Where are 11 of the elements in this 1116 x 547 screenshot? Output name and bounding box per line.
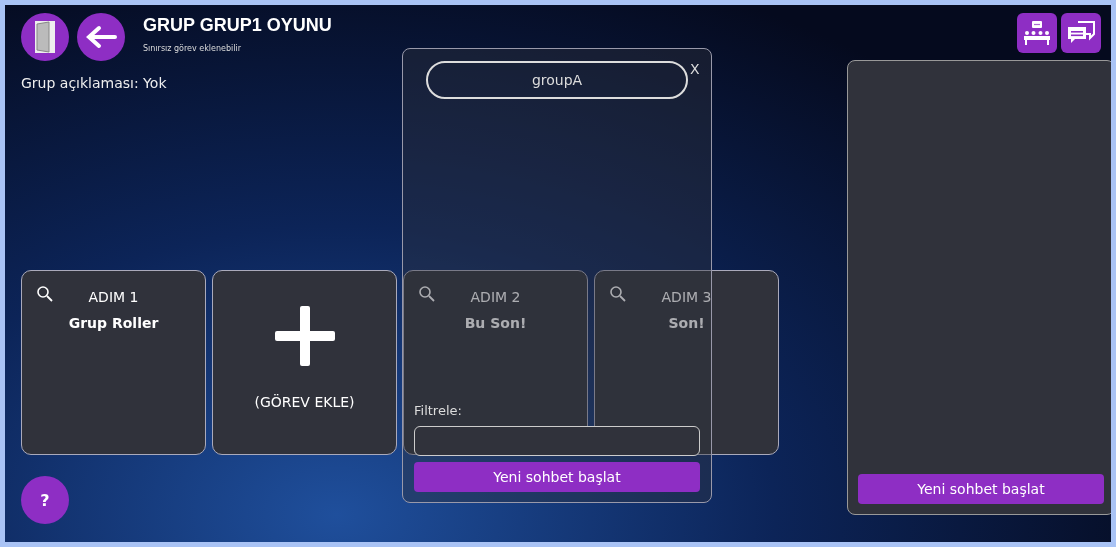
step-title: Grup Roller (68, 315, 159, 331)
filter-label: Filtrele: (414, 403, 462, 418)
step-number: ADIM 1 (88, 289, 139, 305)
add-task-label: (GÖREV EKLE) (254, 394, 355, 410)
step-number: ADIM 3 (661, 289, 712, 305)
step-number: ADIM 2 (470, 289, 521, 305)
step-title: Bu Son! (464, 315, 527, 331)
game-subtitle: Sınırsız görev eklenebilir (143, 44, 243, 53)
game-title: GRUP GRUP1 OYUNU (143, 15, 332, 36)
step-title: Son! (668, 315, 705, 331)
group-description: Grup açıklaması: Yok (21, 75, 167, 91)
